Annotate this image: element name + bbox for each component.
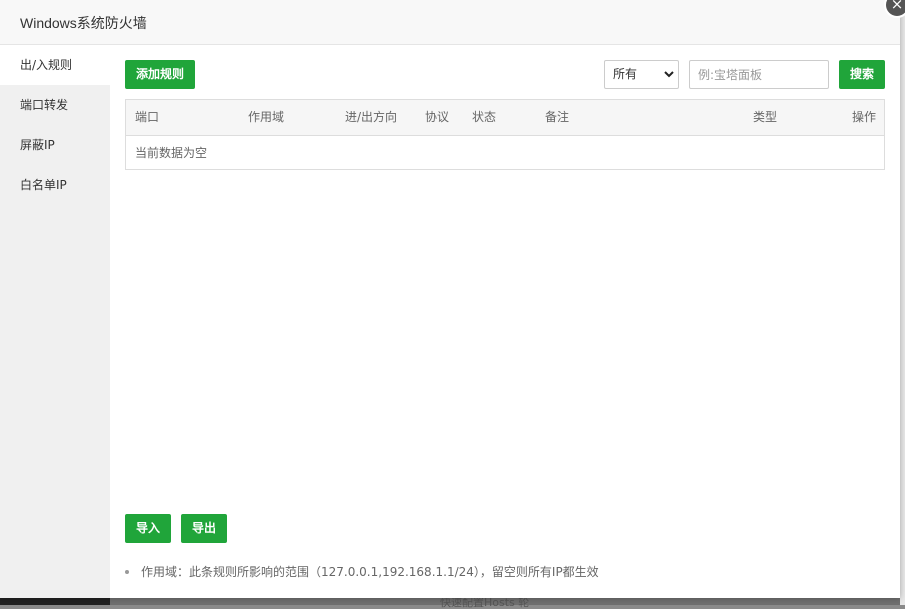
search-input[interactable] <box>689 60 829 89</box>
search-button[interactable]: 搜索 <box>839 60 885 89</box>
table-header: 端口 作用域 进/出方向 协议 状态 备注 类型 操作 <box>126 100 884 136</box>
column-header-type: 类型 <box>753 110 778 124</box>
scope-tip: 作用域：此条规则所影响的范围（127.0.0.1,192.168.1.1/24）… <box>125 563 599 581</box>
sidebar: 出/入规则 端口转发 屏蔽IP 白名单IP <box>0 45 110 598</box>
sidebar-item-label: 出/入规则 <box>20 58 73 72</box>
table-empty-message: 当前数据为空 <box>135 146 208 160</box>
sidebar-item-block-ip[interactable]: 屏蔽IP <box>0 125 110 165</box>
column-header-status: 状态 <box>472 110 497 124</box>
sidebar-item-whitelist-ip[interactable]: 白名单IP <box>0 165 110 205</box>
dialog-title: Windows系统防火墙 <box>20 15 147 31</box>
sidebar-item-label: 白名单IP <box>20 178 67 192</box>
background-page-edge <box>900 0 905 605</box>
background-sidebar-strip <box>0 598 110 605</box>
export-button[interactable]: 导出 <box>181 514 227 543</box>
background-partial-text: 快速配置Hosts 轮 <box>440 596 530 609</box>
bullet-icon <box>125 569 129 574</box>
import-button[interactable]: 导入 <box>125 514 171 543</box>
column-header-port: 端口 <box>135 110 160 124</box>
main-panel: 添加规则 所有 搜索 端口 作用域 进/出方向 协议 状态 备注 类型 操作 <box>110 45 900 598</box>
column-header-remark: 备注 <box>545 110 570 124</box>
column-header-actions: 操作 <box>852 110 877 124</box>
filter-select-value: 所有 <box>613 67 638 81</box>
column-header-scope: 作用域 <box>248 110 285 124</box>
filter-select[interactable]: 所有 <box>604 60 679 89</box>
sidebar-item-label: 屏蔽IP <box>20 138 55 152</box>
rules-table: 端口 作用域 进/出方向 协议 状态 备注 类型 操作 当前数据为空 <box>125 99 885 170</box>
add-rule-button[interactable]: 添加规则 <box>125 60 195 89</box>
sidebar-item-label: 端口转发 <box>20 98 69 112</box>
sidebar-item-port-forward[interactable]: 端口转发 <box>0 85 110 125</box>
firewall-dialog: Windows系统防火墙 出/入规则 端口转发 屏蔽IP 白名单IP 添加规则 … <box>0 0 900 598</box>
column-header-direction: 进/出方向 <box>345 110 398 124</box>
sidebar-item-inout-rules[interactable]: 出/入规则 <box>0 45 110 85</box>
scope-tip-text: 作用域：此条规则所影响的范围（127.0.0.1,192.168.1.1/24）… <box>141 565 599 579</box>
column-header-protocol: 协议 <box>425 110 450 124</box>
dialog-header: Windows系统防火墙 <box>0 0 900 45</box>
